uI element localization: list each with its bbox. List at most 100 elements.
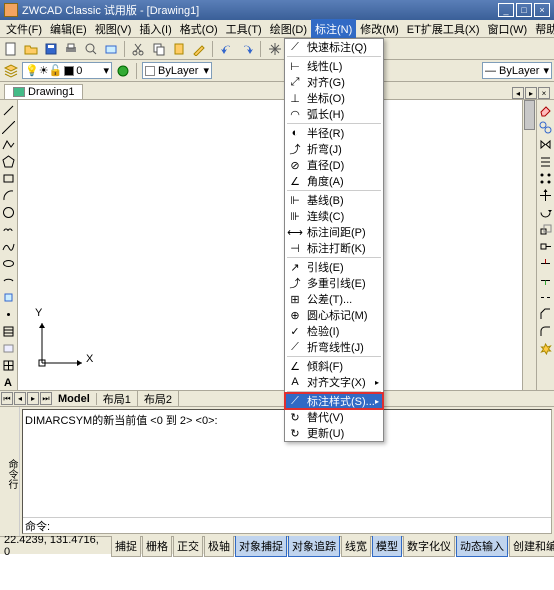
array-icon[interactable] [538,170,554,186]
menu-item-19[interactable]: ⊞公差(T)... [285,291,383,307]
break-icon[interactable] [538,289,554,305]
tab-model[interactable]: Model [52,393,97,405]
menu-window[interactable]: 窗口(W) [484,19,532,39]
menu-view[interactable]: 视图(V) [91,19,136,39]
explode-icon[interactable] [538,340,554,356]
fillet-icon[interactable] [538,323,554,339]
status-polar[interactable]: 极轴 [204,535,234,557]
menu-item-4[interactable]: ⊥坐标(O) [285,90,383,106]
menu-file[interactable]: 文件(F) [2,19,46,39]
menu-ettools[interactable]: ET扩展工具(X) [403,19,484,39]
rotate-icon[interactable] [538,204,554,220]
menu-item-3[interactable]: ⤢对齐(G) [285,74,383,90]
menu-item-24[interactable]: ∠倾斜(F) [285,358,383,374]
tab-scroll-left[interactable]: ◂ [512,87,524,99]
print-icon[interactable] [62,40,80,58]
block-icon[interactable] [1,289,17,305]
stretch-icon[interactable] [538,238,554,254]
match-icon[interactable] [190,40,208,58]
status-create[interactable]: 创建和编 [509,535,554,557]
vscrollbar[interactable] [522,100,536,390]
region-icon[interactable] [1,340,17,356]
hatch-icon[interactable] [1,323,17,339]
polyline-icon[interactable] [1,136,17,152]
offset-icon[interactable] [538,153,554,169]
redo-icon[interactable] [238,40,256,58]
publish-icon[interactable] [102,40,120,58]
open-icon[interactable] [22,40,40,58]
menu-insert[interactable]: 插入(I) [135,19,175,39]
point-icon[interactable] [1,306,17,322]
ellipse-icon[interactable] [1,255,17,271]
revcloud-icon[interactable] [1,221,17,237]
menu-item-25[interactable]: A对齐文字(X)▸ [285,374,383,390]
line-icon[interactable] [1,102,17,118]
tab-layout1[interactable]: 布局1 [97,391,138,407]
mirror-icon[interactable] [538,136,554,152]
minimize-button[interactable]: _ [498,3,514,17]
polygon-icon[interactable] [1,153,17,169]
close-button[interactable]: × [534,3,550,17]
menu-modify[interactable]: 修改(M) [356,19,403,39]
tab-last[interactable]: ⏭ [40,392,52,405]
menu-item-20[interactable]: ⊕圆心标记(M) [285,307,383,323]
table-icon[interactable] [1,357,17,373]
layer-prev-icon[interactable] [114,62,132,80]
tab-next[interactable]: ▸ [27,392,39,405]
command-input[interactable]: 命令: [23,517,551,533]
status-model[interactable]: 模型 [372,535,402,557]
status-otrack[interactable]: 对象追踪 [288,535,340,557]
menu-item-17[interactable]: ↗引线(E) [285,259,383,275]
chamfer-icon[interactable] [538,306,554,322]
menu-item-0[interactable]: ⟋快速标注(Q) [285,39,383,55]
tab-first[interactable]: ⏮ [1,392,13,405]
status-tablet[interactable]: 数字化仪 [403,535,455,557]
menu-item-29[interactable]: ↻更新(U) [285,425,383,441]
status-dyn[interactable]: 动态输入 [456,535,508,557]
tab-close[interactable]: × [538,87,550,99]
menu-item-5[interactable]: ◠弧长(H) [285,106,383,122]
copy-icon[interactable] [150,40,168,58]
menu-item-10[interactable]: ∠角度(A) [285,173,383,189]
status-lwt[interactable]: 线宽 [341,535,371,557]
preview-icon[interactable] [82,40,100,58]
menu-dimension[interactable]: 标注(N) [311,19,356,39]
spline-icon[interactable] [1,238,17,254]
menu-item-22[interactable]: ⟋折弯线性(J) [285,339,383,355]
status-ortho[interactable]: 正交 [173,535,203,557]
tab-scroll-right[interactable]: ▸ [525,87,537,99]
extend-icon[interactable] [538,272,554,288]
menu-item-8[interactable]: ⤴折弯(J) [285,141,383,157]
menu-tool[interactable]: 工具(T) [222,19,266,39]
new-icon[interactable] [2,40,20,58]
trim-icon[interactable] [538,255,554,271]
arc-icon[interactable] [1,187,17,203]
circle-icon[interactable] [1,204,17,220]
paste-icon[interactable] [170,40,188,58]
menu-item-13[interactable]: ⊪连续(C) [285,208,383,224]
undo-icon[interactable] [218,40,236,58]
tab-layout2[interactable]: 布局2 [138,391,179,407]
drawing-canvas[interactable]: X Y [18,100,522,390]
text-icon[interactable]: A [1,374,17,390]
scrollbar-thumb[interactable] [524,100,535,130]
document-tab[interactable]: Drawing1 [4,84,83,99]
linetype-select[interactable]: — ByLayer ▾ [482,62,552,79]
menu-item-9[interactable]: ⊘直径(D) [285,157,383,173]
erase-icon[interactable] [538,102,554,118]
menu-help[interactable]: 帮助(H) [531,19,554,39]
menu-item-2[interactable]: ⊢线性(L) [285,58,383,74]
ellipse-arc-icon[interactable] [1,272,17,288]
layer-select[interactable]: 💡 ☀ 🔓 0 ▾ [22,62,112,79]
menu-item-7[interactable]: ◐半径(R) [285,125,383,141]
maximize-button[interactable]: □ [516,3,532,17]
menu-format[interactable]: 格式(O) [176,19,222,39]
menu-draw[interactable]: 绘图(D) [266,19,311,39]
menu-item-21[interactable]: ✓检验(I) [285,323,383,339]
menu-item-15[interactable]: ⊣标注打断(K) [285,240,383,256]
save-icon[interactable] [42,40,60,58]
menu-item-14[interactable]: ⟷标注间距(P) [285,224,383,240]
menu-item-27[interactable]: ⟋标注样式(S)...▸ [285,393,383,409]
menu-item-18[interactable]: ⤴多重引线(E) [285,275,383,291]
menu-item-28[interactable]: ↻替代(V) [285,409,383,425]
